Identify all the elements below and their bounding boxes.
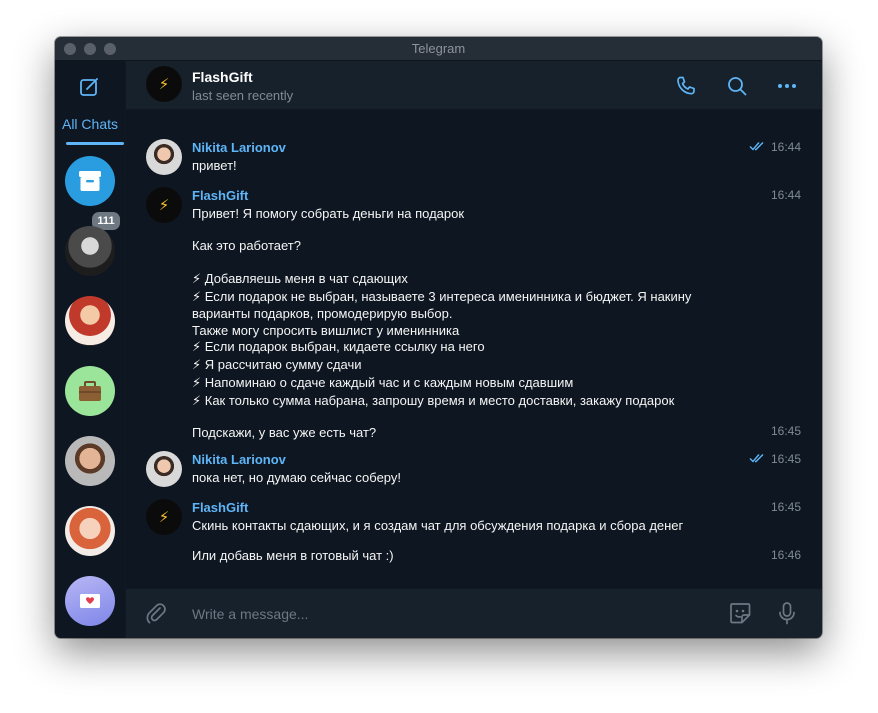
compose-icon[interactable] (78, 75, 102, 99)
chat-avatar-briefcase[interactable] (65, 366, 115, 416)
chat-avatar-envelope[interactable] (65, 576, 115, 626)
message-time: 16:45 (770, 424, 801, 438)
sender-avatar[interactable] (146, 139, 182, 175)
archive-icon (79, 171, 101, 191)
message-text: Или добавь меня в готовый чат :) (192, 548, 394, 563)
chat-avatar-photo-4[interactable] (65, 506, 115, 556)
love-letter-icon (80, 594, 100, 608)
message-text: ⚡ Добавляешь меня в чат сдающих (192, 271, 408, 286)
peer-name[interactable]: FlashGift (192, 69, 253, 85)
message-time: 16:45 (770, 500, 801, 514)
message-text: Привет! Я помогу собрать деньги на подар… (192, 206, 465, 221)
message-text: пока нет, но думаю сейчас соберу! (192, 470, 401, 485)
message-time: 16:45 (770, 452, 801, 466)
message-text: ⚡ Я рассчитаю сумму сдачи (192, 357, 362, 372)
sticker-icon[interactable] (727, 600, 753, 626)
chat-avatar-photo-2[interactable] (65, 296, 115, 346)
search-icon[interactable] (725, 74, 749, 98)
mic-icon[interactable] (774, 600, 800, 626)
bolt-icon: ⚡ (158, 196, 170, 214)
message-author[interactable]: Nikita Larionov (192, 140, 286, 155)
message-text: Скинь контакты сдающих, и я создам чат д… (192, 518, 684, 533)
title-bar: Telegram (55, 37, 822, 61)
peer-status: last seen recently (192, 88, 294, 103)
message-history[interactable]: Nikita Larionov привет! 16:44 ⚡ FlashGif… (126, 110, 822, 588)
message-text: привет! (192, 158, 237, 173)
sender-avatar[interactable] (146, 451, 182, 487)
message-author[interactable]: FlashGift (192, 188, 248, 203)
read-ticks-icon (749, 454, 764, 463)
message-text: Как это работает? (192, 238, 301, 253)
message-time: 16:44 (770, 140, 801, 154)
peer-avatar[interactable]: ⚡ (146, 66, 182, 102)
folder-tab-all-chats[interactable]: All Chats (55, 116, 125, 132)
message-text: ⚡ Если подарок не выбран, называете 3 ин… (192, 289, 692, 304)
chat-header: ⚡ FlashGift last seen recently (126, 61, 822, 110)
message-composer: Write a message... (126, 588, 822, 638)
bot-avatar[interactable]: ⚡ (146, 187, 182, 223)
message-author[interactable]: FlashGift (192, 500, 248, 515)
more-icon[interactable] (775, 74, 799, 98)
window-title: Telegram (411, 41, 466, 56)
bolt-icon: ⚡ (158, 508, 170, 526)
phone-icon[interactable] (674, 74, 698, 98)
message-text: Также могу спросить вишлист у именинника (192, 323, 460, 338)
message-text: ⚡ Как только сумма набрана, запрошу врем… (192, 393, 675, 408)
message-text: Подскажи, у вас уже есть чат? (192, 425, 377, 440)
archive-chat-avatar[interactable] (65, 156, 115, 206)
message-time: 16:44 (770, 188, 801, 202)
bolt-icon: ⚡ (158, 75, 170, 93)
chat-avatar-photo-3[interactable] (65, 436, 115, 486)
message-text: ⚡ Если подарок выбран, кидаете ссылку на… (192, 339, 485, 354)
message-time: 16:46 (770, 548, 801, 562)
message-author[interactable]: Nikita Larionov (192, 452, 286, 467)
telegram-window: Telegram All Chats 111 ⚡ FlashGift last … (55, 37, 822, 638)
message-input[interactable]: Write a message... (192, 606, 308, 622)
attach-icon[interactable] (143, 600, 169, 626)
read-ticks-icon (749, 142, 764, 151)
chat-avatar-photo-1[interactable] (65, 226, 115, 276)
briefcase-icon (79, 381, 101, 401)
message-text: варианты подарков, промодерирую выбор. (192, 306, 453, 321)
folders-sidebar: All Chats 111 (55, 61, 126, 638)
message-text: ⚡ Напоминаю о сдаче каждый час и с кажды… (192, 375, 574, 390)
bot-avatar[interactable]: ⚡ (146, 499, 182, 535)
folder-active-indicator (66, 142, 124, 145)
